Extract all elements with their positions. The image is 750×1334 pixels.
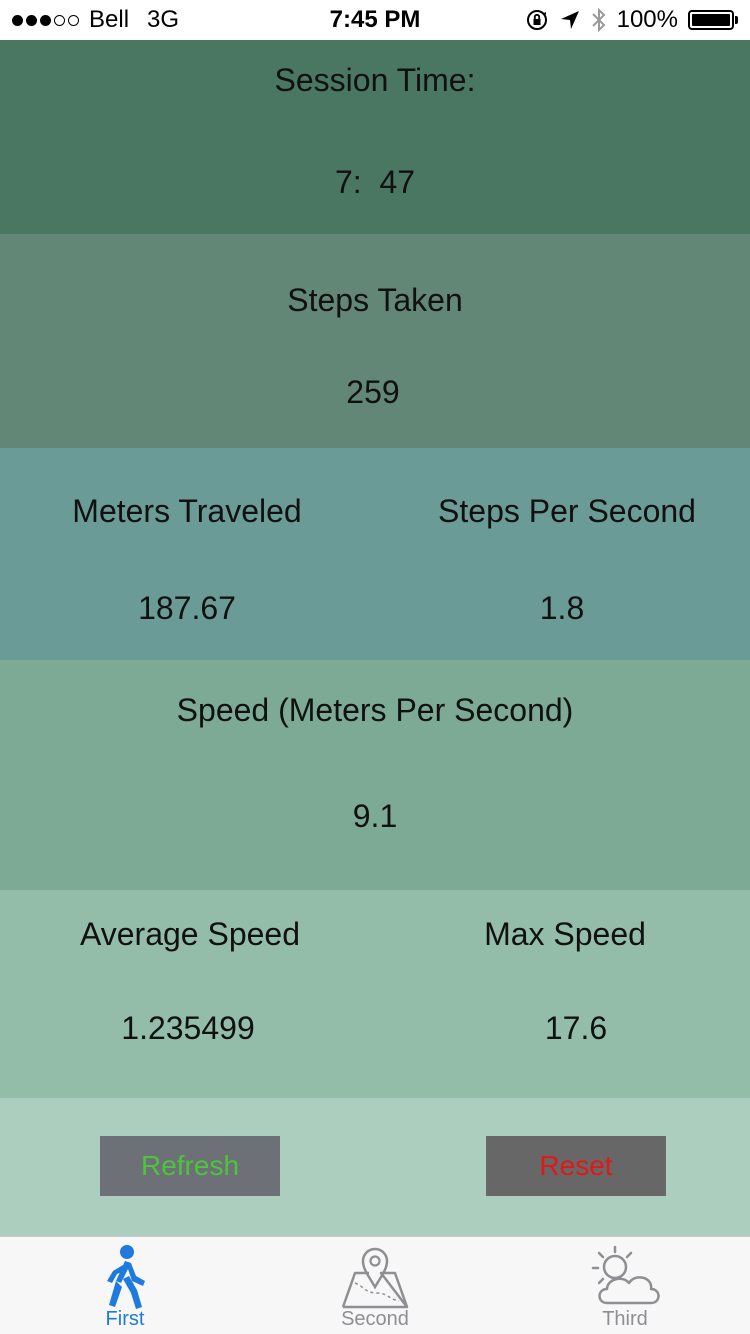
average-speed-value: 1.235499 [121,1010,255,1046]
average-max-speed-panel: Average Speed 1.235499 Max Speed 17.6 [0,890,750,1098]
tab-first[interactable]: First [0,1237,250,1334]
tab-first-label: First [105,1308,145,1330]
location-arrow-icon [560,11,579,29]
battery-body [688,10,734,30]
session-time-panel: Session Time: 7: 47 [0,40,750,234]
carrier-name: Bell [89,6,130,33]
session-time-label: Session Time: [274,62,476,98]
app-screen: Bell 3G 7:45 PM 100% Session Time: 7: 47… [0,0,750,1334]
steps-per-second-label: Steps Per Second [438,493,696,529]
meters-steps-panel: Meters Traveled 187.67 Steps Per Second … [0,448,750,660]
signal-dot [40,14,51,26]
status-left: Bell 3G [12,6,179,34]
signal-dot [54,14,65,26]
meters-traveled-label: Meters Traveled [72,493,302,529]
max-speed-value: 17.6 [544,1010,608,1046]
signal-dot [68,14,79,26]
status-bar: Bell 3G 7:45 PM 100% [0,0,750,40]
signal-dot [26,14,37,26]
signal-strength-icon [12,14,79,26]
refresh-button[interactable]: Refresh [100,1136,280,1196]
steps-taken-value: 259 [346,374,400,410]
steps-taken-label: Steps Taken [287,282,463,318]
battery-tip [735,16,738,24]
battery-percent: 100% [616,6,678,33]
max-speed-label: Max Speed [484,916,646,952]
sun-cloud-icon [591,1245,660,1305]
steps-taken-panel: Steps Taken 259 [0,234,750,448]
status-right: 100% [525,6,738,34]
speed-panel: Speed (Meters Per Second) 9.1 [0,660,750,890]
bluetooth-icon [591,7,606,33]
signal-dot [12,14,23,26]
tab-second[interactable]: Second [250,1237,500,1334]
orientation-lock-icon [526,10,547,30]
actions-panel: Refresh Reset [0,1098,750,1236]
tab-second-label: Second [341,1308,409,1330]
walking-person-icon [107,1245,145,1309]
battery-icon [688,10,738,30]
steps-per-second-value: 1.8 [539,590,585,626]
battery-level [692,14,730,26]
speed-label: Speed (Meters Per Second) [176,692,574,728]
reset-button[interactable]: Reset [486,1136,666,1196]
meters-traveled-value: 187.67 [138,590,236,626]
tab-third[interactable]: Third [500,1237,750,1334]
tab-third-label: Third [602,1308,648,1330]
map-pin-icon [341,1247,409,1309]
network-type: 3G [147,6,180,33]
speed-value: 9.1 [352,798,398,834]
tab-bar: First Second Third [0,1236,750,1334]
session-time-value: 7: 47 [334,164,416,200]
average-speed-label: Average Speed [79,916,301,952]
